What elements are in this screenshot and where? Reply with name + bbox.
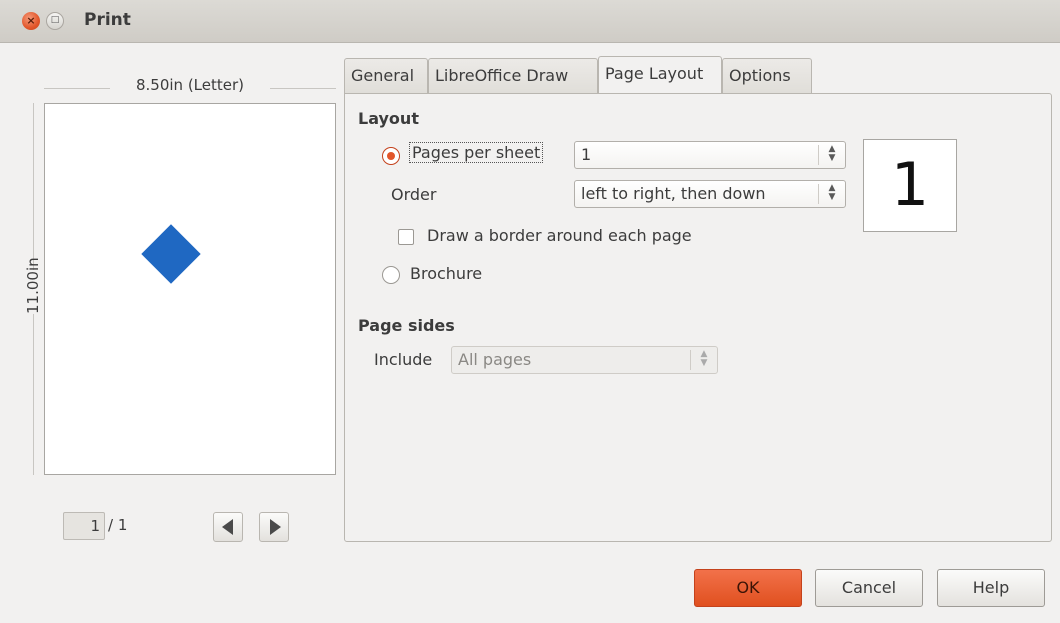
close-icon[interactable]: × [22, 12, 40, 30]
previous-page-button[interactable] [213, 512, 243, 542]
page-number-field[interactable]: 1 [63, 512, 105, 540]
brochure-label[interactable]: Brochure [410, 264, 482, 283]
order-select[interactable]: left to right, then down ▲ ▼ [574, 180, 846, 208]
tab-general[interactable]: General [344, 58, 428, 93]
draw-border-checkbox[interactable] [398, 229, 414, 245]
page-sides-section-title: Page sides [358, 316, 455, 335]
spin-arrows-icon: ▲ ▼ [818, 145, 845, 165]
arrow-right-icon [270, 519, 281, 535]
pages-per-sheet-radio[interactable] [382, 147, 400, 165]
spin-arrows-icon: ▲ ▼ [690, 350, 717, 370]
pages-per-sheet-preview: 1 [863, 139, 957, 232]
pages-per-sheet-value: 1 [581, 145, 592, 164]
tab-options[interactable]: Options [722, 58, 812, 93]
brochure-radio[interactable] [382, 266, 400, 284]
spin-arrows-icon: ▲ ▼ [818, 184, 845, 204]
order-label: Order [391, 185, 437, 204]
arrow-left-icon [222, 519, 233, 535]
include-select[interactable]: All pages ▲ ▼ [451, 346, 718, 374]
ok-button[interactable]: OK [694, 569, 802, 607]
pages-per-sheet-label[interactable]: Pages per sheet [409, 142, 544, 163]
cancel-button[interactable]: Cancel [815, 569, 923, 607]
tab-libreoffice-draw[interactable]: LibreOffice Draw [428, 58, 598, 93]
tab-page-layout[interactable]: Page Layout [598, 56, 722, 93]
page-total-label: / 1 [108, 516, 128, 534]
help-button[interactable]: Help [937, 569, 1045, 607]
layout-section-title: Layout [358, 109, 419, 128]
next-page-button[interactable] [259, 512, 289, 542]
preview-height-label: 11.00in [24, 257, 44, 314]
draw-border-label[interactable]: Draw a border around each page [427, 226, 692, 245]
maximize-icon[interactable]: □ [46, 12, 64, 30]
include-value: All pages [458, 350, 532, 369]
pages-per-sheet-select[interactable]: 1 ▲ ▼ [574, 141, 846, 169]
include-label: Include [374, 350, 433, 369]
title-bar: × □ Print [0, 0, 1060, 43]
preview-width-label: 8.50in (Letter) [110, 76, 270, 94]
preview-page [44, 103, 336, 475]
order-value: left to right, then down [581, 184, 766, 203]
window-title: Print [84, 10, 131, 30]
